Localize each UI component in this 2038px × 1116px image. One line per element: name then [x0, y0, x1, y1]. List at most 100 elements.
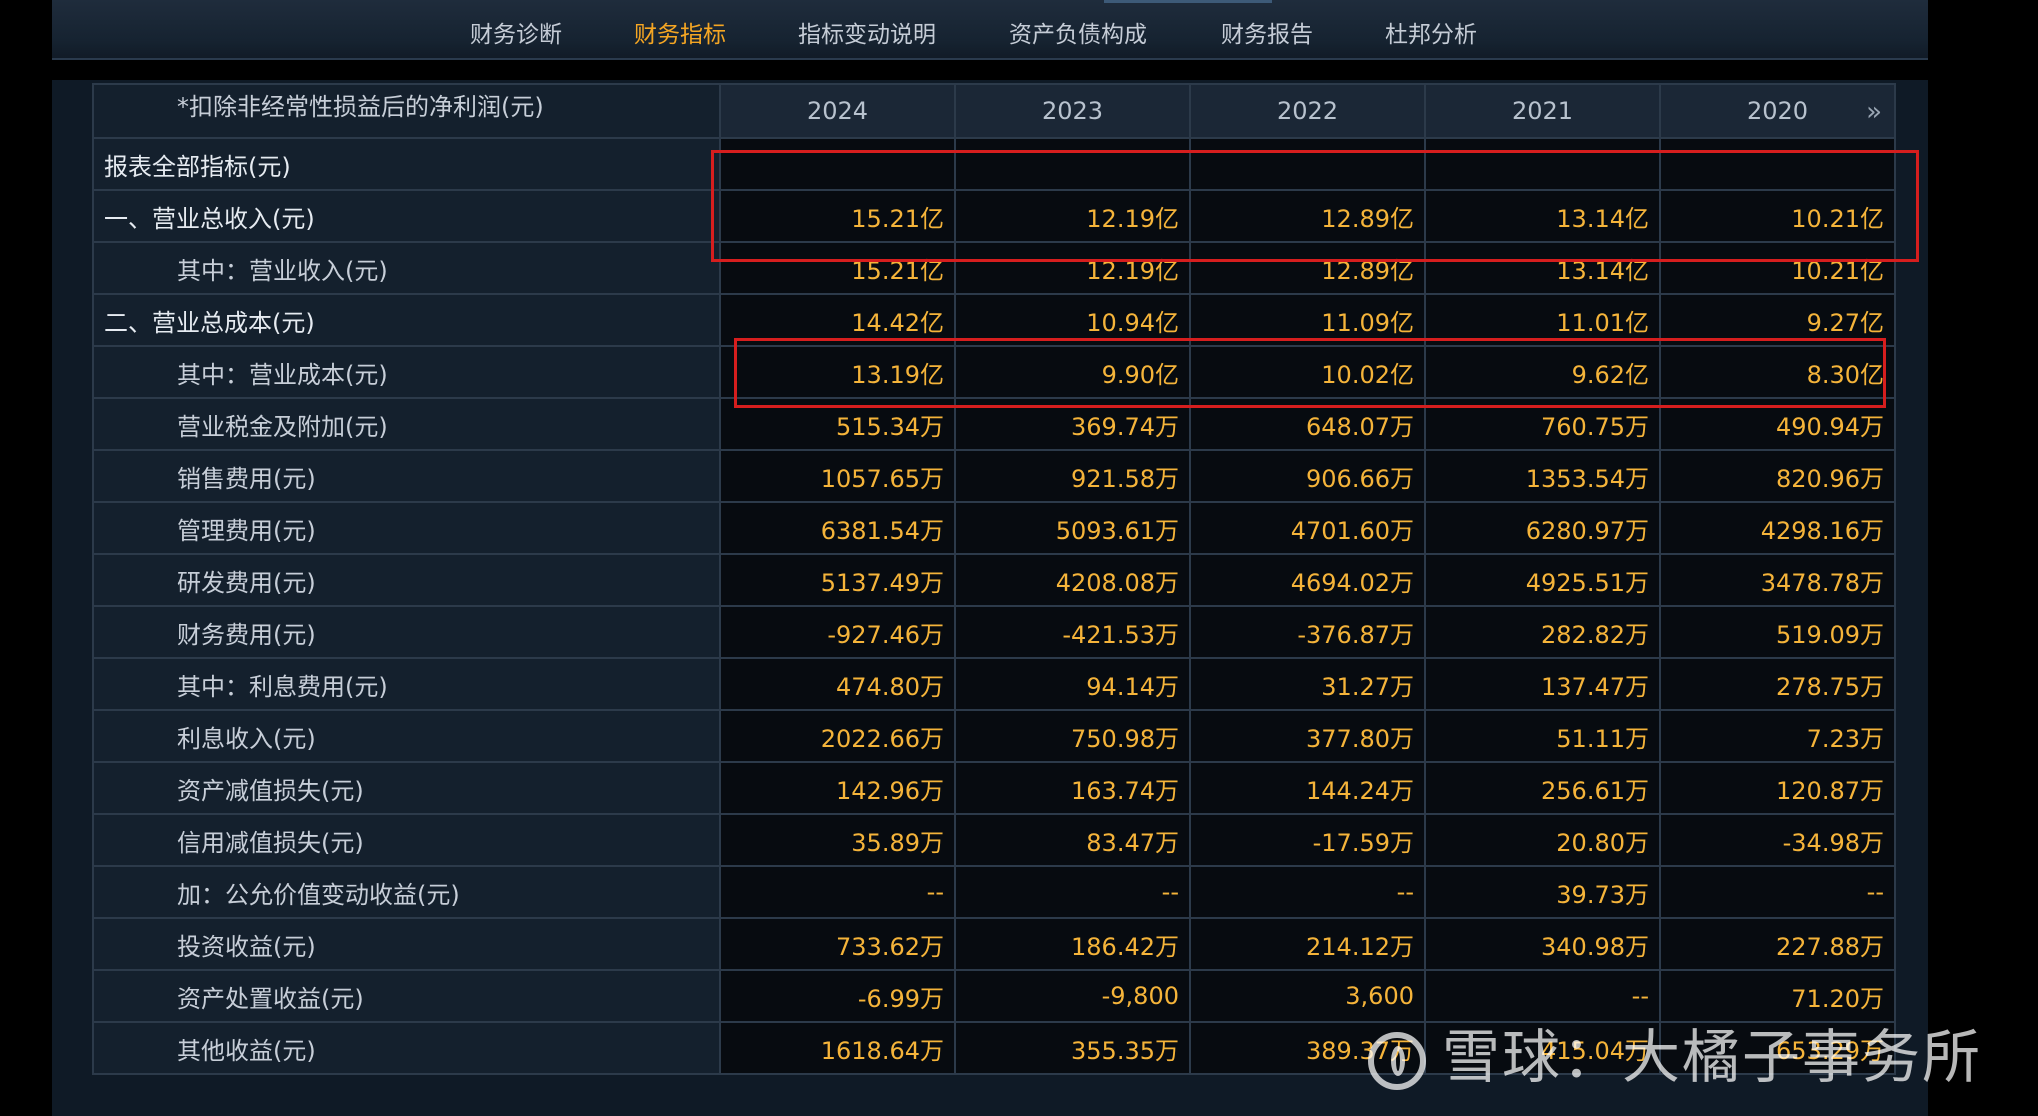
value-cell: 282.82万 [1424, 605, 1661, 659]
value-cell: 733.62万 [719, 917, 956, 971]
row-label: 信用减值损失(元) [92, 813, 721, 867]
value-cell: 820.96万 [1659, 449, 1896, 503]
row-label: 一、营业总收入(元) [92, 189, 721, 243]
value-cell: 4298.16万 [1659, 501, 1896, 555]
tab-financial-reports[interactable]: 财务报告 [1221, 0, 1313, 56]
double-chevron-right-icon[interactable]: » [1866, 97, 1882, 127]
header-label: *扣除非经常性损益后的净利润(元) [92, 83, 721, 139]
xueqiu-logo-icon [1368, 1031, 1426, 1090]
row-label: 财务费用(元) [92, 605, 721, 659]
value-cell: 94.14万 [954, 657, 1191, 711]
value-cell: 120.87万 [1659, 761, 1896, 815]
value-cell: 4694.02万 [1189, 553, 1426, 607]
value-cell: -- [719, 865, 956, 919]
year-header-last[interactable]: 2020 » [1659, 83, 1896, 139]
table-row[interactable]: 管理费用(元) 6381.54万 5093.61万 4701.60万 6280.97万 4… [92, 501, 1896, 555]
tab-financial-diagnosis[interactable]: 财务诊断 [470, 0, 562, 56]
value-cell: -376.87万 [1189, 605, 1426, 659]
table-row[interactable]: 利息收入(元) 2022.66万 750.98万 377.80万 51.11万 7.23万 [92, 709, 1896, 763]
value-cell: 355.35万 [954, 1021, 1191, 1075]
value-cell: -- [1659, 865, 1896, 919]
value-cell: -34.98万 [1659, 813, 1896, 867]
row-label: 投资收益(元) [92, 917, 721, 971]
row-label: 二、营业总成本(元) [92, 293, 721, 347]
value-cell: 519.09万 [1659, 605, 1896, 659]
value-cell: 137.47万 [1424, 657, 1661, 711]
value-cell: 340.98万 [1424, 917, 1661, 971]
value-cell: 39.73万 [1424, 865, 1661, 919]
table-row[interactable]: 资产减值损失(元) 142.96万 163.74万 144.24万 256.61万 120… [92, 761, 1896, 815]
value-cell: 906.66万 [1189, 449, 1426, 503]
value-cell: 921.58万 [954, 449, 1191, 503]
value-cell: 256.61万 [1424, 761, 1661, 815]
value-cell: 214.12万 [1189, 917, 1426, 971]
tab-indicator-change-notes[interactable]: 指标变动说明 [798, 0, 936, 56]
tab-balance-sheet-composition[interactable]: 资产负债构成 [1009, 0, 1147, 56]
table-row[interactable]: 销售费用(元) 1057.65万 921.58万 906.66万 1353.54万 820… [92, 449, 1896, 503]
year-header[interactable]: 2021 [1424, 83, 1661, 139]
value-cell: -- [954, 865, 1191, 919]
highlight-box-cost [734, 338, 1886, 408]
value-cell: 186.42万 [954, 917, 1191, 971]
value-cell: 2022.66万 [719, 709, 956, 763]
value-cell: 6381.54万 [719, 501, 956, 555]
value-cell: 20.80万 [1424, 813, 1661, 867]
value-cell: -6.99万 [719, 969, 956, 1023]
table-row[interactable]: 信用减值损失(元) 35.89万 83.47万 -17.59万 20.80万 -34.98… [92, 813, 1896, 867]
table-row[interactable]: 财务费用(元) -927.46万 -421.53万 -376.87万 282.82万 51… [92, 605, 1896, 659]
row-label: 其中：利息费用(元) [92, 657, 721, 711]
row-label: 资产处置收益(元) [92, 969, 721, 1023]
value-cell: 4208.08万 [954, 553, 1191, 607]
table-row[interactable]: 其中：利息费用(元) 474.80万 94.14万 31.27万 137.47万 278.… [92, 657, 1896, 711]
row-label: 资产减值损失(元) [92, 761, 721, 815]
table-row[interactable]: 投资收益(元) 733.62万 186.42万 214.12万 340.98万 227.8… [92, 917, 1896, 971]
value-cell: -- [1189, 865, 1426, 919]
value-cell: 4701.60万 [1189, 501, 1426, 555]
value-cell: 51.11万 [1424, 709, 1661, 763]
value-cell: 5137.49万 [719, 553, 956, 607]
value-cell: -421.53万 [954, 605, 1191, 659]
value-cell: 4925.51万 [1424, 553, 1661, 607]
row-label: 其中：营业成本(元) [92, 345, 721, 399]
row-label: 管理费用(元) [92, 501, 721, 555]
value-cell: 750.98万 [954, 709, 1191, 763]
value-cell: 1618.64万 [719, 1021, 956, 1075]
value-cell: 83.47万 [954, 813, 1191, 867]
value-cell: 35.89万 [719, 813, 956, 867]
row-label: 其中：营业收入(元) [92, 241, 721, 295]
row-label: 利息收入(元) [92, 709, 721, 763]
value-cell: 163.74万 [954, 761, 1191, 815]
value-cell: -9,800 [954, 969, 1191, 1023]
value-cell: 227.88万 [1659, 917, 1896, 971]
highlight-box-revenue [711, 150, 1919, 262]
value-cell: 278.75万 [1659, 657, 1896, 711]
value-cell: 142.96万 [719, 761, 956, 815]
tab-dupont-analysis[interactable]: 杜邦分析 [1385, 0, 1477, 56]
watermark: 雪球：大橘子事务所 [1368, 1010, 1982, 1094]
row-label: 其他收益(元) [92, 1021, 721, 1075]
row-label: 研发费用(元) [92, 553, 721, 607]
year-header[interactable]: 2022 [1189, 83, 1426, 139]
value-cell: 474.80万 [719, 657, 956, 711]
year-header[interactable]: 2023 [954, 83, 1191, 139]
value-cell: 5093.61万 [954, 501, 1191, 555]
value-cell: -927.46万 [719, 605, 956, 659]
value-cell: 1057.65万 [719, 449, 956, 503]
table-header-row: *扣除非经常性损益后的净利润(元) 2024 2023 2022 2021 20… [92, 83, 1896, 139]
value-cell: 377.80万 [1189, 709, 1426, 763]
table-row[interactable]: 研发费用(元) 5137.49万 4208.08万 4694.02万 4925.51万 3… [92, 553, 1896, 607]
value-cell: 3478.78万 [1659, 553, 1896, 607]
row-label: 营业税金及附加(元) [92, 397, 721, 451]
top-nav-bar: 财务诊断 财务指标 指标变动说明 资产负债构成 财务报告 杜邦分析 [52, 0, 1928, 60]
table-row[interactable]: 加：公允价值变动收益(元) -- -- -- 39.73万 -- [92, 865, 1896, 919]
row-label: 报表全部指标(元) [92, 137, 721, 191]
watermark-text: 雪球：大橘子事务所 [1442, 1023, 1983, 1091]
row-label: 销售费用(元) [92, 449, 721, 503]
tab-financial-indicators[interactable]: 财务指标 [634, 0, 726, 56]
row-label: 加：公允价值变动收益(元) [92, 865, 721, 919]
value-cell: -17.59万 [1189, 813, 1426, 867]
year-header-text: 2020 [1746, 97, 1809, 125]
value-cell: 7.23万 [1659, 709, 1896, 763]
year-header[interactable]: 2024 [719, 83, 956, 139]
value-cell: 31.27万 [1189, 657, 1426, 711]
